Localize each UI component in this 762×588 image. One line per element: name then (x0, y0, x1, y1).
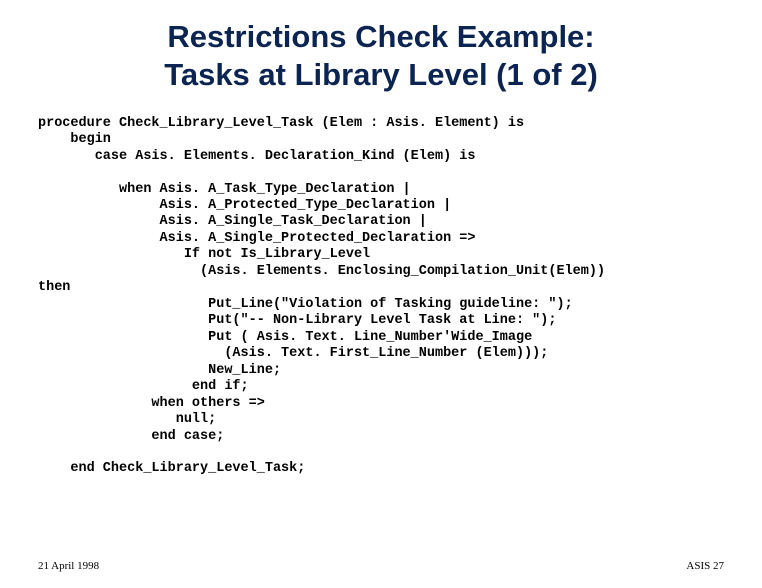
slide: Restrictions Check Example: Tasks at Lib… (0, 0, 762, 588)
code-block: procedure Check_Library_Level_Task (Elem… (38, 116, 724, 478)
footer-date: 21 April 1998 (38, 560, 99, 572)
title-line-2: Tasks at Library Level (1 of 2) (164, 57, 598, 92)
footer-page: ASIS 27 (686, 560, 724, 572)
slide-title: Restrictions Check Example: Tasks at Lib… (38, 18, 724, 94)
title-line-1: Restrictions Check Example: (167, 19, 594, 54)
